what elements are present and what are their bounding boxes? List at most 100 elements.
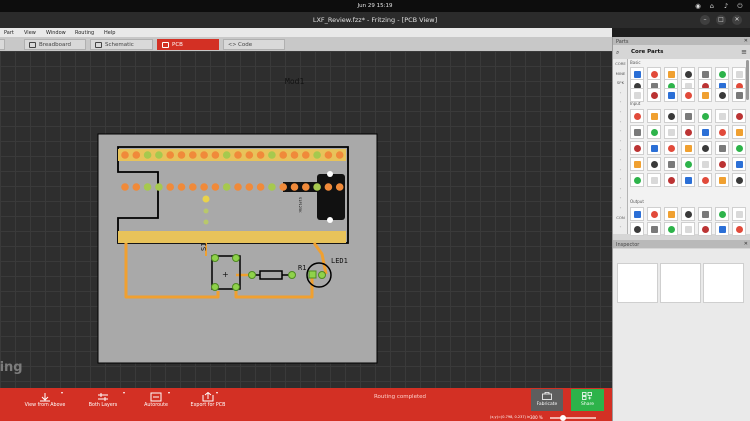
header-pad[interactable]: [313, 183, 321, 191]
via-pad[interactable]: [202, 195, 210, 203]
header-pad[interactable]: [302, 183, 310, 191]
header-pad[interactable]: [268, 183, 276, 191]
header-pad[interactable]: [189, 183, 197, 191]
header-pad[interactable]: [155, 151, 163, 159]
part-tile[interactable]: [647, 125, 661, 139]
part-tile[interactable]: [715, 207, 729, 221]
parts-bin-tab[interactable]: ◦: [614, 193, 627, 203]
tab-breadboard[interactable]: Breadboard: [24, 39, 86, 50]
header-pad[interactable]: [121, 183, 129, 191]
parts-bin-tab[interactable]: MINE: [614, 69, 627, 79]
part-tile[interactable]: [630, 109, 644, 123]
menu-view[interactable]: View: [24, 30, 36, 36]
part-tile[interactable]: [732, 222, 746, 236]
header-pad[interactable]: [324, 151, 333, 159]
header-pad[interactable]: [234, 183, 242, 191]
header-pad[interactable]: [256, 183, 265, 191]
header-pad[interactable]: [279, 183, 288, 191]
network-icon[interactable]: ⌂: [708, 2, 716, 10]
part-tile[interactable]: [732, 88, 746, 102]
dropdown-arrow-icon[interactable]: ▾: [123, 390, 125, 395]
part-tile[interactable]: [647, 88, 661, 102]
header-pad[interactable]: [143, 183, 152, 191]
part-tile[interactable]: [732, 207, 746, 221]
part-tile[interactable]: [630, 125, 644, 139]
part-tile[interactable]: [715, 109, 729, 123]
dropdown-arrow-icon[interactable]: ▾: [61, 390, 63, 395]
tab-pcb[interactable]: PCB: [157, 39, 219, 50]
part-tile[interactable]: [647, 157, 661, 171]
part-tile[interactable]: [698, 157, 712, 171]
menu-help[interactable]: Help: [104, 30, 115, 36]
zoom-slider-handle[interactable]: [560, 414, 566, 421]
part-tile[interactable]: [698, 109, 712, 123]
part-tile[interactable]: [698, 141, 712, 155]
part-tile[interactable]: [681, 173, 695, 187]
parts-bin-tab[interactable]: ◦: [614, 107, 627, 117]
part-tile[interactable]: [664, 88, 678, 102]
header-pad[interactable]: [189, 151, 197, 159]
part-tile[interactable]: [732, 157, 746, 171]
resistor-pad[interactable]: [288, 271, 296, 279]
header-pad[interactable]: [234, 151, 242, 159]
maximize-icon[interactable]: □: [716, 15, 726, 25]
parts-bin-tab[interactable]: ◦: [614, 126, 627, 136]
header-pad[interactable]: [166, 151, 174, 159]
header-pad[interactable]: [222, 151, 231, 159]
part-tile[interactable]: [681, 88, 695, 102]
part-tile[interactable]: [664, 125, 678, 139]
part-tile[interactable]: [698, 173, 712, 187]
pcb-board[interactable]: [97, 133, 378, 364]
part-tile[interactable]: [681, 109, 695, 123]
view-from-above-button[interactable]: View from Above ▾: [15, 388, 75, 421]
parts-bin-tab[interactable]: ◦: [614, 136, 627, 146]
parts-bin-tab[interactable]: ◦: [614, 184, 627, 194]
share-button[interactable]: Share: [571, 389, 604, 411]
switch-pad[interactable]: [211, 283, 219, 291]
part-tile[interactable]: [698, 207, 712, 221]
part-tile[interactable]: [715, 157, 729, 171]
part-tile[interactable]: [664, 222, 678, 236]
part-tile[interactable]: [681, 157, 695, 171]
header-pad[interactable]: [313, 151, 321, 159]
part-tile[interactable]: [664, 157, 678, 171]
part-tile[interactable]: [715, 173, 729, 187]
part-tile[interactable]: [664, 141, 678, 155]
dropdown-arrow-icon[interactable]: ▾: [168, 390, 170, 395]
parts-grid[interactable]: Basic Input Output: [628, 59, 750, 236]
zoom-slider[interactable]: [550, 417, 596, 419]
header-pad[interactable]: [132, 183, 141, 191]
close-icon[interactable]: ✕: [732, 15, 742, 25]
part-tile[interactable]: [681, 125, 695, 139]
dropdown-arrow-icon[interactable]: ▾: [216, 390, 218, 395]
part-tile[interactable]: [715, 125, 729, 139]
search-icon[interactable]: ⌕: [616, 49, 619, 57]
usb-connector[interactable]: [317, 174, 345, 220]
volume-icon[interactable]: ♪: [722, 2, 730, 10]
part-tile[interactable]: [664, 109, 678, 123]
part-tile[interactable]: [732, 109, 746, 123]
parts-bin-tab[interactable]: ◦: [614, 155, 627, 165]
header-pad[interactable]: [155, 183, 163, 191]
header-pad[interactable]: [290, 151, 299, 159]
header-pad[interactable]: [143, 151, 152, 159]
parts-scrollbar[interactable]: [746, 60, 749, 100]
minimize-icon[interactable]: –: [700, 15, 710, 25]
part-tile[interactable]: [681, 222, 695, 236]
resistor-pad[interactable]: [248, 271, 256, 279]
via-pad[interactable]: [203, 208, 209, 214]
part-tile[interactable]: [647, 109, 661, 123]
header-pad[interactable]: [245, 151, 254, 159]
header-pad[interactable]: [211, 183, 220, 191]
header-pad[interactable]: [335, 183, 344, 191]
part-tile[interactable]: [698, 222, 712, 236]
part-tile[interactable]: [715, 141, 729, 155]
header-pad[interactable]: [222, 183, 231, 191]
header-pad[interactable]: [166, 183, 174, 191]
header-pad[interactable]: [290, 183, 299, 191]
parts-bin-tab[interactable]: ◦: [614, 97, 627, 107]
part-tile[interactable]: [630, 141, 644, 155]
header-pad[interactable]: [279, 151, 288, 159]
part-tile[interactable]: [630, 157, 644, 171]
parts-bin-tab[interactable]: ◦: [614, 222, 627, 232]
